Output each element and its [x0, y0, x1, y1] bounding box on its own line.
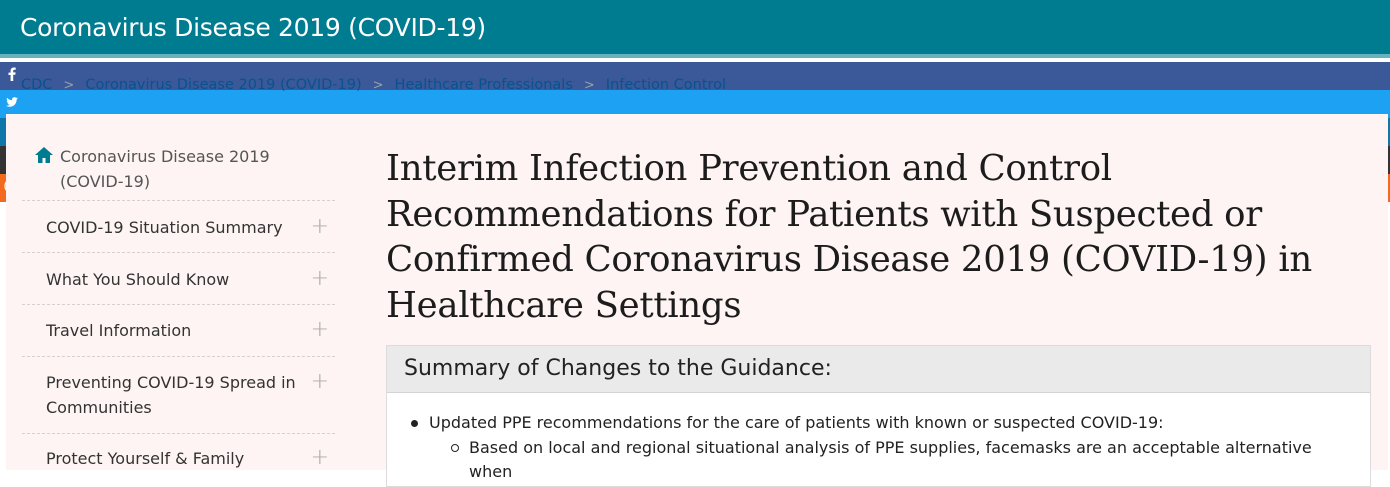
- site-title[interactable]: Coronavirus Disease 2019 (COVID-19): [20, 13, 486, 42]
- sidebar-item-what-you-should-know[interactable]: What You Should Know +: [22, 253, 335, 305]
- sidebar-item-label: Preventing COVID-19 Spread in Communitie…: [46, 373, 296, 417]
- breadcrumb-cdc[interactable]: CDC: [21, 77, 52, 93]
- sidebar-item-preventing-spread[interactable]: Preventing COVID-19 Spread in Communitie…: [22, 357, 335, 434]
- sidebar-item-label: What You Should Know: [46, 270, 230, 289]
- expand-icon[interactable]: +: [311, 214, 329, 239]
- home-icon: [34, 145, 54, 169]
- page-title: Interim Infection Prevention and Control…: [386, 148, 1312, 326]
- sidebar-item-label: Coronavirus Disease 2019 (COVID-19): [60, 147, 270, 191]
- expand-icon[interactable]: +: [311, 369, 329, 394]
- summary-sub-bullet: Based on local and regional situational …: [451, 436, 1359, 484]
- breadcrumb-separator: >: [63, 77, 75, 93]
- summary-heading: Summary of Changes to the Guidance:: [404, 356, 832, 381]
- breadcrumb-bar: CDC > Coronavirus Disease 2019 (COVID-19…: [0, 62, 1390, 202]
- expand-icon[interactable]: +: [311, 445, 329, 470]
- sidebar-item-label: COVID-19 Situation Summary: [46, 218, 283, 237]
- summary-bullet: Updated PPE recommendations for the care…: [411, 411, 1164, 435]
- sidebar-item-protect-yourself[interactable]: Protect Yourself & Family +: [22, 434, 335, 485]
- breadcrumb-healthcare-professionals[interactable]: Healthcare Professionals: [395, 77, 573, 93]
- breadcrumb: CDC > Coronavirus Disease 2019 (COVID-19…: [21, 77, 726, 93]
- site-header: Coronavirus Disease 2019 (COVID-19): [0, 0, 1390, 58]
- breadcrumb-separator: >: [583, 77, 595, 93]
- breadcrumb-covid19[interactable]: Coronavirus Disease 2019 (COVID-19): [85, 77, 361, 93]
- summary-heading-bar: Summary of Changes to the Guidance:: [387, 346, 1370, 393]
- expand-icon[interactable]: +: [311, 317, 329, 342]
- main-content: Coronavirus Disease 2019 (COVID-19) COVI…: [6, 114, 1388, 487]
- sidebar-item-label: Protect Yourself & Family: [46, 449, 245, 468]
- breadcrumb-infection-control[interactable]: Infection Control: [606, 77, 726, 93]
- expand-icon[interactable]: +: [311, 266, 329, 291]
- sidebar-item-home[interactable]: Coronavirus Disease 2019 (COVID-19): [22, 142, 335, 201]
- sidebar-item-travel-information[interactable]: Travel Information +: [22, 305, 335, 357]
- breadcrumb-separator: >: [372, 77, 384, 93]
- sidebar-item-label: Travel Information: [46, 321, 192, 340]
- summary-of-changes-box: Summary of Changes to the Guidance: Upda…: [386, 345, 1371, 487]
- sidebar-item-situation-summary[interactable]: COVID-19 Situation Summary +: [22, 201, 335, 253]
